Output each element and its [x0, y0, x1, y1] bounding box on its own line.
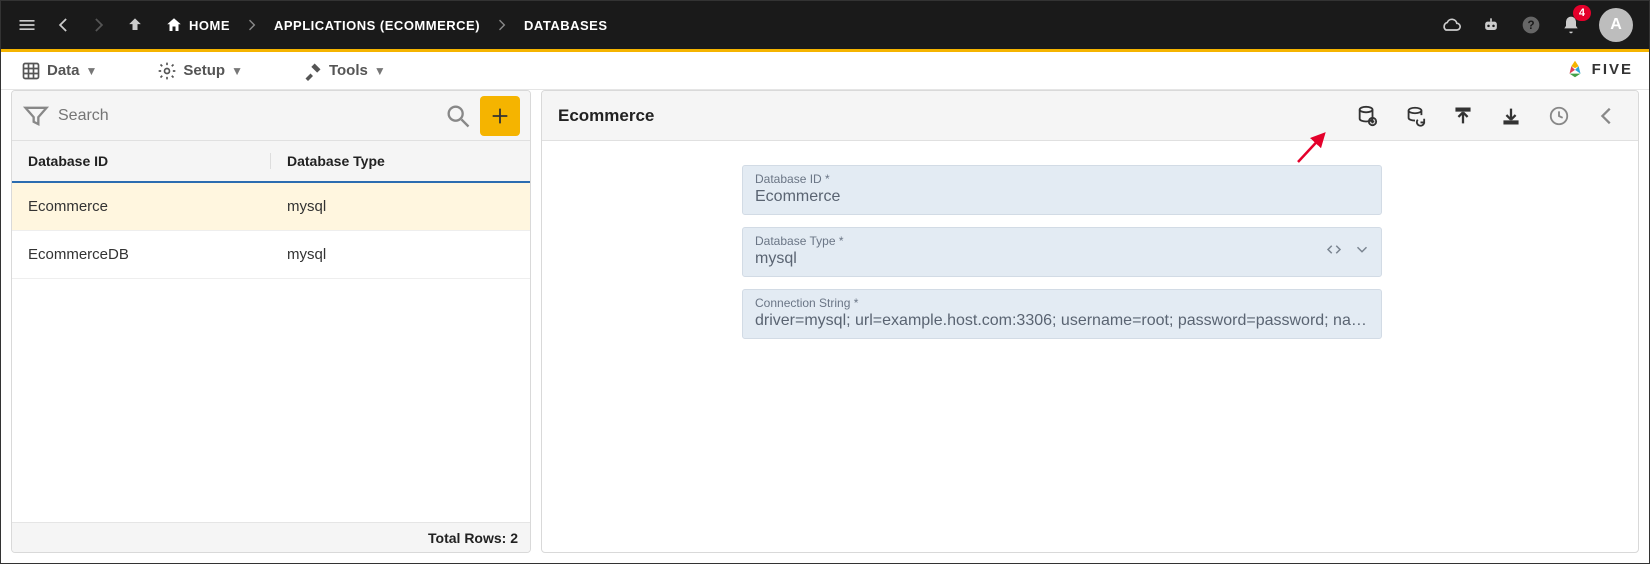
nav-up-icon[interactable]: [117, 7, 153, 43]
gear-icon: [157, 61, 177, 81]
menu-setup[interactable]: Setup ▼: [147, 57, 253, 85]
chevron-right-icon: [492, 17, 512, 33]
field-database-type[interactable]: Database Type * mysql: [742, 227, 1382, 277]
cell-db-type: mysql: [271, 198, 530, 215]
brand-mark-icon: [1564, 58, 1586, 80]
menu-label: Data: [47, 62, 80, 79]
grid-icon: [21, 61, 41, 81]
back-arrow-icon[interactable]: [1592, 101, 1622, 131]
add-database-button[interactable]: [480, 96, 520, 136]
page-title: Ecommerce: [558, 106, 654, 126]
hamburger-menu-icon[interactable]: [9, 7, 45, 43]
menu-label: Tools: [329, 62, 368, 79]
menu-label: Setup: [183, 62, 225, 79]
home-icon: [165, 16, 183, 34]
chevron-down-icon[interactable]: [1353, 241, 1371, 264]
field-label: Connection String *: [755, 296, 1369, 310]
menu-bar: Data ▼ Setup ▼ Tools ▼ FIVE: [1, 52, 1649, 90]
brand-logo: FIVE: [1564, 58, 1633, 80]
field-value: driver=mysql; url=example.host.com:3306;…: [755, 310, 1369, 330]
database-list-panel: Database ID Database Type Ecommerce mysq…: [11, 90, 531, 553]
column-header-id[interactable]: Database ID: [12, 153, 271, 169]
breadcrumb: HOME APPLICATIONS (ECOMMERCE) DATABASES: [157, 16, 616, 34]
history-icon[interactable]: [1544, 101, 1574, 131]
create-table-icon[interactable]: [1352, 101, 1382, 131]
field-database-id[interactable]: Database ID * Ecommerce: [742, 165, 1382, 215]
caret-down-icon: ▼: [86, 64, 98, 78]
column-header-type[interactable]: Database Type: [271, 153, 530, 169]
sync-database-icon[interactable]: [1400, 101, 1430, 131]
chevron-right-icon: [242, 17, 262, 33]
field-label: Database ID *: [755, 172, 1369, 186]
breadcrumb-label: HOME: [189, 18, 230, 33]
cell-db-id: Ecommerce: [12, 198, 271, 215]
avatar-letter: A: [1610, 16, 1622, 34]
content-area: Database ID Database Type Ecommerce mysq…: [1, 90, 1649, 563]
database-detail-panel: Ecommerce: [541, 90, 1639, 553]
filter-icon[interactable]: [22, 102, 50, 130]
plus-icon: [489, 105, 511, 127]
caret-down-icon: ▼: [231, 64, 243, 78]
topbar-right-actions: ? 4 A: [1433, 7, 1641, 43]
bot-icon[interactable]: [1473, 7, 1509, 43]
table-row[interactable]: EcommerceDB mysql: [12, 231, 530, 279]
detail-actions: [1352, 101, 1622, 131]
field-connection-string[interactable]: Connection String * driver=mysql; url=ex…: [742, 289, 1382, 339]
breadcrumb-applications[interactable]: APPLICATIONS (ECOMMERCE): [266, 18, 488, 33]
breadcrumb-label: DATABASES: [524, 18, 607, 33]
table-row[interactable]: Ecommerce mysql: [12, 183, 530, 231]
field-label: Database Type *: [755, 234, 1369, 248]
cloud-deploy-icon[interactable]: [1433, 7, 1469, 43]
breadcrumb-home[interactable]: HOME: [157, 16, 238, 34]
code-icon[interactable]: [1325, 241, 1343, 264]
search-input[interactable]: [58, 107, 436, 125]
upload-icon[interactable]: [1448, 101, 1478, 131]
help-icon[interactable]: ?: [1513, 7, 1549, 43]
svg-text:?: ?: [1527, 19, 1534, 32]
list-rows: Ecommerce mysql EcommerceDB mysql: [12, 183, 530, 522]
notifications-icon[interactable]: 4: [1553, 7, 1589, 43]
search-icon[interactable]: [444, 102, 472, 130]
nav-forward-icon: [81, 7, 117, 43]
field-value: mysql: [755, 248, 1369, 268]
menu-tools[interactable]: Tools ▼: [293, 57, 396, 85]
menu-data[interactable]: Data ▼: [11, 57, 107, 85]
download-icon[interactable]: [1496, 101, 1526, 131]
list-toolbar: [12, 91, 530, 141]
breadcrumb-label: APPLICATIONS (ECOMMERCE): [274, 18, 480, 33]
avatar[interactable]: A: [1599, 8, 1633, 42]
top-navbar: HOME APPLICATIONS (ECOMMERCE) DATABASES …: [1, 1, 1649, 49]
detail-form: Database ID * Ecommerce Database Type * …: [542, 141, 1638, 351]
list-column-headers: Database ID Database Type: [12, 141, 530, 183]
cell-db-type: mysql: [271, 246, 530, 263]
field-value: Ecommerce: [755, 186, 1369, 206]
notification-badge: 4: [1573, 5, 1591, 21]
breadcrumb-databases[interactable]: DATABASES: [516, 18, 615, 33]
tools-icon: [303, 61, 323, 81]
brand-text: FIVE: [1592, 61, 1633, 78]
caret-down-icon: ▼: [374, 64, 386, 78]
detail-header: Ecommerce: [542, 91, 1638, 141]
nav-back-icon[interactable]: [45, 7, 81, 43]
list-footer-total: Total Rows: 2: [12, 522, 530, 552]
cell-db-id: EcommerceDB: [12, 246, 271, 263]
